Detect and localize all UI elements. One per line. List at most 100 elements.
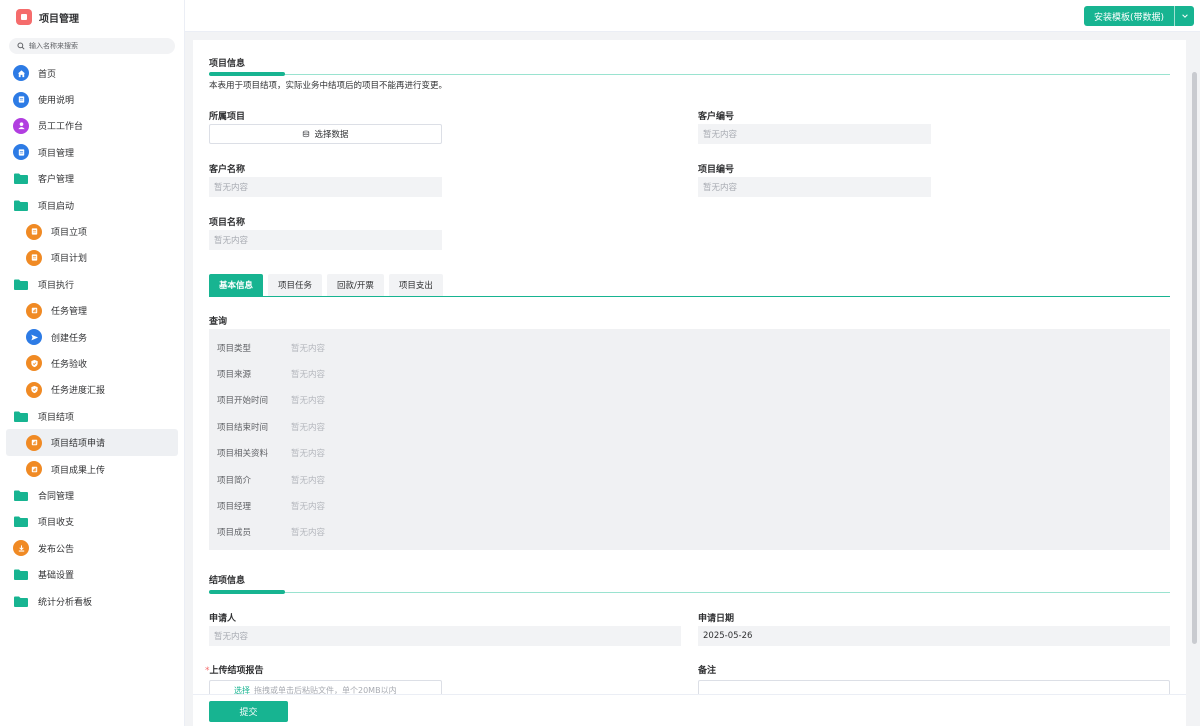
search-box[interactable] [9, 38, 175, 54]
field-label-remark: 备注 [698, 666, 717, 676]
query-key: 项目相关资料 [217, 449, 269, 459]
shield-check-icon [26, 381, 42, 398]
chart-icon [26, 434, 42, 451]
sidebar-item-project-approval[interactable]: 项目立项 [0, 218, 184, 244]
query-value: 暂无内容 [291, 423, 326, 433]
query-row: 项目简介 暂无内容 [217, 474, 325, 486]
chevron-down-icon [1181, 14, 1188, 18]
query-panel: 项目类型 暂无内容 项目来源 暂无内容 项目开始时间 暂无内容 项目结束时间 暂无内容 … [209, 329, 1170, 550]
sidebar-item-project-start[interactable]: 项目启动 [0, 192, 184, 218]
sidebar-item-basic-settings[interactable]: 基础设置 [0, 561, 184, 587]
list-icon [26, 223, 42, 240]
sidebar-item-closing-application[interactable]: 项目结项申请 [6, 429, 178, 456]
query-row: 项目开始时间 暂无内容 [217, 394, 325, 406]
sidebar-item-label: 员工工作台 [38, 122, 84, 133]
query-key: 项目经理 [217, 502, 252, 512]
sidebar-item-label: 项目执行 [38, 280, 75, 291]
field-label-upload-report: *上传结项报告 [205, 663, 264, 676]
list-icon [26, 249, 42, 266]
folder-icon [13, 593, 29, 609]
sidebar-item-label: 使用说明 [38, 96, 75, 107]
sidebar-item-label: 项目管理 [38, 148, 75, 159]
main-area: 项目信息 本表用于项目结项，实际业务中结项后的项目不能再进行变更。 所属项目 选… [185, 32, 1200, 726]
query-row: 项目相关资料 暂无内容 [217, 447, 325, 459]
app-logo-icon [16, 9, 32, 25]
query-key: 项目开始时间 [217, 396, 269, 406]
query-row: 项目类型 暂无内容 [217, 342, 325, 354]
sidebar-item-label: 项目启动 [38, 201, 75, 212]
tab-project-tasks[interactable]: 项目任务 [268, 274, 323, 296]
folder-icon [13, 514, 29, 530]
send-icon [26, 329, 42, 346]
document-icon [13, 91, 29, 108]
document-icon [13, 144, 29, 161]
sidebar-item-label: 项目立项 [51, 228, 88, 239]
sidebar-item-label: 客户管理 [38, 175, 75, 186]
folder-icon [13, 171, 29, 187]
sidebar-item-label: 基础设置 [38, 571, 75, 582]
user-icon [13, 117, 29, 134]
sidebar-item-workbench[interactable]: 员工工作台 [0, 113, 184, 139]
app-header: 项目管理 [0, 0, 184, 34]
install-template-button[interactable]: 安装模板(带数据) [1083, 6, 1174, 26]
field-label-customer-code: 客户编号 [698, 112, 735, 122]
select-data-label: 选择数据 [314, 130, 349, 140]
folder-icon [13, 197, 29, 213]
query-value: 暂无内容 [291, 344, 326, 354]
sidebar-item-home[interactable]: 首页 [0, 60, 184, 86]
sidebar-item-task-acceptance[interactable]: 任务验收 [0, 350, 184, 376]
sidebar-item-project-plan[interactable]: 项目计划 [0, 245, 184, 271]
download-icon [13, 540, 29, 557]
home-icon [13, 65, 29, 82]
sidebar-item-task-management[interactable]: 任务管理 [0, 298, 184, 324]
select-data-button[interactable]: 选择数据 [209, 124, 442, 144]
submit-button[interactable]: 提交 [209, 701, 288, 722]
install-dropdown-button[interactable] [1174, 6, 1194, 26]
tab-basic-info[interactable]: 基本信息 [209, 274, 264, 296]
top-bar: 安装模板(带数据) [185, 0, 1200, 32]
sidebar-item-create-task[interactable]: 创建任务 [0, 324, 184, 350]
project-name-field: 暂无内容 [209, 230, 442, 250]
tab-payment-invoice[interactable]: 回款/开票 [327, 274, 384, 296]
folder-icon [13, 567, 29, 583]
upload-label-text: 上传结项报告 [209, 666, 264, 676]
tab-project-expense[interactable]: 项目支出 [388, 274, 443, 296]
section-divider [209, 590, 1170, 594]
sidebar-item-announcement[interactable]: 发布公告 [0, 535, 184, 561]
field-label-customer-name: 客户名称 [209, 165, 246, 175]
query-key: 项目来源 [217, 370, 252, 380]
sidebar-item-results-upload[interactable]: 项目成果上传 [0, 456, 184, 482]
sidebar-item-label: 发布公告 [38, 544, 75, 555]
sidebar-item-label: 项目收支 [38, 518, 75, 529]
sidebar-item-task-progress[interactable]: 任务进度汇报 [0, 377, 184, 403]
sidebar-item-contract[interactable]: 合同管理 [0, 482, 184, 508]
query-title: 查询 [209, 317, 228, 327]
sidebar-item-income-expense[interactable]: 项目收支 [0, 509, 184, 535]
sidebar-item-guide[interactable]: 使用说明 [0, 86, 184, 112]
section-title-closing-info: 结项信息 [209, 576, 246, 586]
sidebar-item-project-execution[interactable]: 项目执行 [0, 271, 184, 297]
query-row: 项目经理 暂无内容 [217, 500, 325, 512]
query-value: 暂无内容 [291, 449, 326, 459]
tab-underline [209, 296, 1170, 297]
field-label-applicant: 申请人 [209, 614, 237, 624]
scrollbar[interactable] [1192, 72, 1197, 644]
sidebar-item-label: 任务验收 [51, 359, 88, 370]
form-footer: 提交 [193, 694, 1186, 726]
sidebar-item-label: 任务进度汇报 [51, 386, 106, 397]
customer-code-field: 暂无内容 [698, 124, 931, 144]
sidebar-item-project-management[interactable]: 项目管理 [0, 139, 184, 165]
sidebar-item-label: 创建任务 [51, 333, 88, 344]
sidebar-item-label: 统计分析看板 [38, 597, 93, 608]
field-label-project-name: 项目名称 [209, 218, 246, 228]
sidebar-item-label: 首页 [38, 69, 57, 80]
sidebar-item-project-closing[interactable]: 项目结项 [0, 403, 184, 429]
field-label-apply-date: 申请日期 [698, 614, 735, 624]
sidebar-item-customer[interactable]: 客户管理 [0, 166, 184, 192]
shield-check-icon [26, 355, 42, 372]
sidebar-item-analytics[interactable]: 统计分析看板 [0, 588, 184, 614]
query-value: 暂无内容 [291, 370, 326, 380]
search-input[interactable] [29, 42, 169, 50]
sidebar-item-label: 项目计划 [51, 254, 88, 265]
folder-icon [13, 408, 29, 424]
